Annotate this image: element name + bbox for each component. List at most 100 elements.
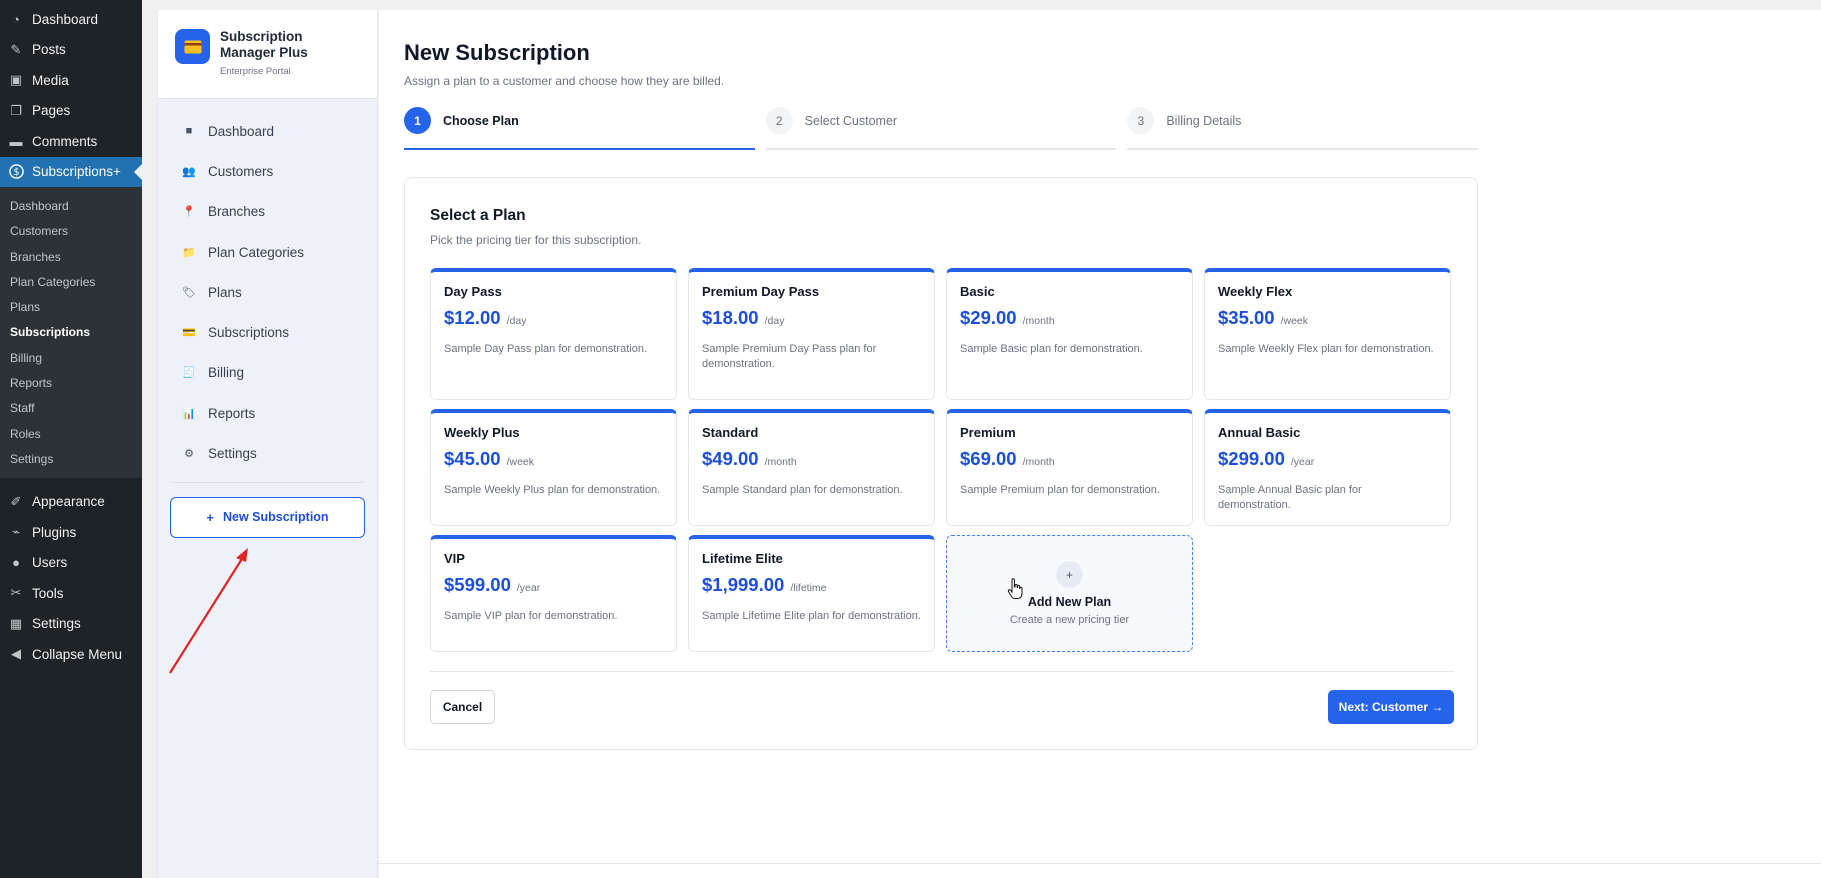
plan-period: /day bbox=[506, 315, 527, 327]
section-title: Select a Plan bbox=[430, 207, 526, 224]
plan-price: $35.00 bbox=[1218, 307, 1275, 328]
folder-icon: 📁 bbox=[182, 246, 196, 259]
step-3[interactable]: 3 Billing Details bbox=[1127, 107, 1479, 150]
plan-option[interactable]: Annual Basic $299.00/year Sample Annual Ba… bbox=[1204, 409, 1451, 526]
wp-menu-label: Dashboard bbox=[32, 11, 99, 27]
wp-submenu-item[interactable]: Plans bbox=[0, 295, 142, 320]
plan-option[interactable]: VIP $599.00/year Sample VIP plan for demon… bbox=[430, 535, 677, 652]
divider bbox=[170, 481, 365, 483]
add-plan-subtitle: Create a new pricing tier bbox=[1009, 614, 1130, 626]
plugin-nav-label: Branches bbox=[208, 204, 266, 220]
credit-card-logo-icon bbox=[175, 29, 210, 64]
plugin-nav-label: Settings bbox=[208, 446, 257, 462]
cancel-button[interactable]: Cancel bbox=[430, 690, 495, 724]
wp-menu-subscriptions[interactable]: $ Subscriptions+ bbox=[0, 156, 142, 187]
wp-menu-comments[interactable]: ▬ Comments bbox=[0, 126, 142, 157]
wp-submenu-item[interactable]: Subscriptions bbox=[0, 320, 142, 345]
wp-menu-label: Appearance bbox=[32, 494, 105, 510]
wp-submenu-item[interactable]: Staff bbox=[0, 396, 142, 421]
step-number: 2 bbox=[765, 107, 793, 134]
plan-price-row: $1,999.00/lifetime bbox=[702, 574, 921, 596]
wp-menu-pages[interactable]: ❐ Pages bbox=[0, 96, 142, 127]
wp-menu-collapse-menu[interactable]: ◀ Collapse Menu bbox=[0, 639, 142, 670]
main-content: New Subscription Assign a plan to a cust… bbox=[379, 10, 1821, 878]
plan-price-row: $45.00/week bbox=[444, 448, 663, 470]
wp-menu-tools[interactable]: ✂ Tools bbox=[0, 578, 142, 609]
plan-name: Annual Basic bbox=[1218, 425, 1301, 440]
divider bbox=[430, 671, 1454, 672]
plan-option[interactable]: Basic $29.00/month Sample Basic plan for d… bbox=[946, 268, 1193, 400]
plugin-icon: ⌁ bbox=[12, 524, 20, 540]
plan-period: /year bbox=[516, 582, 541, 594]
wp-submenu-item[interactable]: Branches bbox=[0, 245, 142, 270]
brand-subtitle: Enterprise Portal bbox=[220, 66, 291, 77]
plugin-nav-settings[interactable]: ⚙ Settings bbox=[158, 433, 377, 473]
plan-description: Sample Lifetime Elite plan for demonstra… bbox=[702, 610, 921, 622]
plan-name: Basic bbox=[960, 284, 995, 299]
wp-submenu-item[interactable]: Dashboard bbox=[0, 194, 142, 219]
wp-menu-label: Pages bbox=[32, 103, 71, 119]
pin-icon: ✎ bbox=[10, 41, 22, 57]
plan-description: Sample Day Pass plan for demonstration. bbox=[444, 343, 647, 355]
plugin-nav-label: Subscriptions bbox=[208, 325, 290, 341]
plugin-nav-reports[interactable]: 📊 Reports bbox=[158, 393, 377, 433]
wrench-icon: ✂ bbox=[10, 585, 22, 601]
plan-price-row: $299.00/year bbox=[1218, 448, 1437, 470]
wp-submenu-item[interactable]: Settings bbox=[0, 447, 142, 472]
bar-chart-icon: 📊 bbox=[182, 407, 196, 420]
step-label: Billing Details bbox=[1166, 113, 1242, 128]
plan-name: Weekly Plus bbox=[444, 425, 520, 440]
plan-price-row: $18.00/day bbox=[702, 307, 921, 329]
plugin-nav-customers[interactable]: 👥 Customers bbox=[158, 151, 377, 191]
step-2[interactable]: 2 Select Customer bbox=[765, 107, 1117, 150]
plan-option[interactable]: Lifetime Elite $1,999.00/lifetime Sample L… bbox=[688, 535, 935, 652]
plan-description: Sample Weekly Plus plan for demonstratio… bbox=[444, 484, 661, 496]
wp-submenu-item[interactable]: Reports bbox=[0, 371, 142, 396]
plan-option[interactable]: Premium Day Pass $18.00/day Sample Premium… bbox=[688, 268, 935, 400]
wp-submenu: Dashboard Customers Branches Plan Categorie… bbox=[0, 187, 142, 479]
brush-icon: ✐ bbox=[10, 493, 22, 509]
wp-menu-users[interactable]: ● Users bbox=[0, 547, 142, 578]
wp-menu-media[interactable]: ▣ Media bbox=[0, 65, 142, 96]
step-label: Select Customer bbox=[804, 113, 898, 128]
plan-price-row: $12.00/day bbox=[444, 307, 663, 329]
gear-icon: ⚙ bbox=[184, 448, 194, 461]
wp-submenu-item[interactable]: Roles bbox=[0, 422, 142, 447]
step-1[interactable]: 1 Choose Plan bbox=[404, 107, 755, 150]
wp-menu-plugins[interactable]: ⌁ Plugins bbox=[0, 517, 142, 548]
plan-option[interactable]: Day Pass $12.00/day Sample Day Pass plan f… bbox=[430, 268, 677, 400]
wp-submenu-item[interactable]: Plan Categories bbox=[0, 270, 142, 295]
plan-option[interactable]: Weekly Plus $45.00/week Sample Weekly Plus… bbox=[430, 409, 677, 526]
wp-menu-dashboard[interactable]: ◔ Dashboard bbox=[0, 4, 142, 35]
plan-price: $29.00 bbox=[960, 307, 1017, 328]
plan-option[interactable]: Weekly Flex $35.00/week Sample Weekly Flex… bbox=[1204, 268, 1451, 400]
step-label: Choose Plan bbox=[443, 113, 519, 128]
plan-option[interactable]: Standard $49.00/month Sample Standard plan… bbox=[688, 409, 935, 526]
wp-menu-settings[interactable]: ▦ Settings bbox=[0, 608, 142, 639]
plan-description: Sample Weekly Flex plan for demonstratio… bbox=[1218, 343, 1434, 355]
receipt-icon: 🧾 bbox=[182, 367, 196, 380]
plan-price-row: $599.00/year bbox=[444, 574, 663, 596]
plugin-nav-label: Customers bbox=[208, 163, 274, 179]
wp-menu-posts[interactable]: ✎ Posts bbox=[0, 35, 142, 66]
plugin-nav-dashboard[interactable]: ■ Dashboard bbox=[158, 111, 377, 151]
brand-name: Subscription Manager Plus bbox=[220, 29, 308, 60]
new-subscription-label: New Subscription bbox=[223, 510, 329, 525]
next-customer-button[interactable]: Next: Customer → bbox=[1328, 690, 1454, 724]
plugin-nav-branches[interactable]: 📍 Branches bbox=[158, 192, 377, 232]
plugin-nav-plan-categories[interactable]: 📁 Plan Categories bbox=[158, 232, 377, 272]
wp-menu-appearance[interactable]: ✐ Appearance bbox=[0, 486, 142, 517]
credit-card-icon: 💳 bbox=[182, 327, 196, 340]
plan-name: Weekly Flex bbox=[1218, 284, 1293, 299]
plugin-nav-subscriptions[interactable]: 💳 Subscriptions bbox=[158, 312, 377, 352]
wp-submenu-item[interactable]: Billing bbox=[0, 346, 142, 371]
add-new-plan-tile[interactable]: + Add New Plan Create a new pricing tier bbox=[946, 535, 1193, 652]
plugin-nav-billing[interactable]: 🧾 Billing bbox=[158, 353, 377, 393]
plan-name: Premium bbox=[960, 425, 1016, 440]
new-subscription-button[interactable]: + New Subscription bbox=[170, 496, 365, 538]
plan-option[interactable]: Premium $69.00/month Sample Premium plan f… bbox=[946, 409, 1193, 526]
plugin-nav-plans[interactable]: 🏷 Plans bbox=[158, 272, 377, 312]
plan-price: $1,999.00 bbox=[702, 574, 785, 595]
wp-submenu-item[interactable]: Customers bbox=[0, 219, 142, 244]
plan-price: $299.00 bbox=[1218, 448, 1285, 469]
